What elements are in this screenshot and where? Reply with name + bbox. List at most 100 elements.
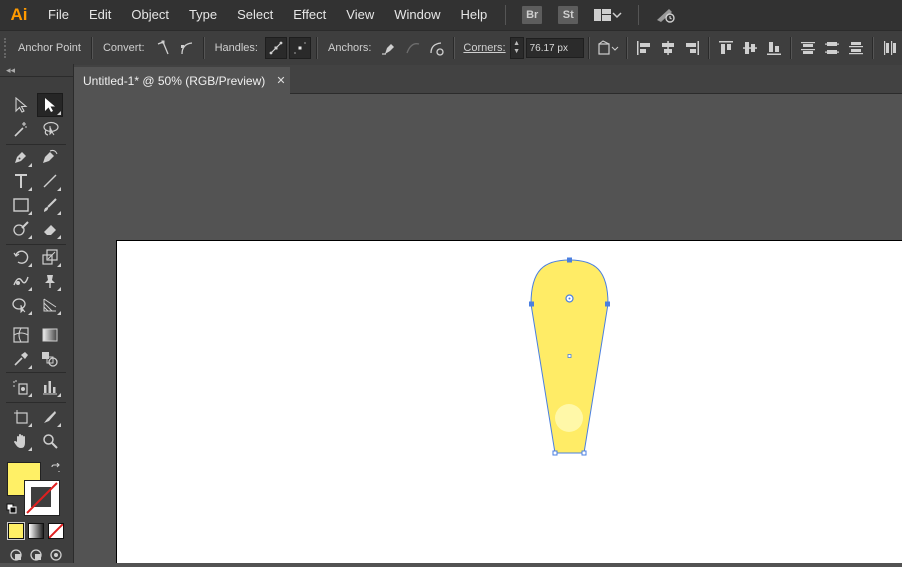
rocket-icon xyxy=(657,9,675,23)
stroke-color-swatch[interactable] xyxy=(24,480,60,516)
curvature-tool-button[interactable] xyxy=(38,146,62,168)
anchor-point-left[interactable] xyxy=(529,301,534,307)
gradient-tool-button[interactable] xyxy=(38,324,62,346)
align-vertical-center-button[interactable] xyxy=(739,37,761,59)
scale-tool-button[interactable] xyxy=(38,246,62,268)
menu-view[interactable]: View xyxy=(336,0,384,30)
blend-tool-button[interactable] xyxy=(38,348,62,370)
none-mode-button[interactable] xyxy=(48,523,64,539)
gradient-mode-button[interactable] xyxy=(28,523,44,539)
menu-edit[interactable]: Edit xyxy=(79,0,121,30)
lasso-tool-button[interactable] xyxy=(38,118,62,140)
shaper-tool-button[interactable] xyxy=(9,218,33,240)
align-horizontal-center-button[interactable] xyxy=(657,37,679,59)
zoom-tool-button[interactable] xyxy=(38,430,62,452)
tool-flyout-indicator xyxy=(28,365,32,369)
show-handles-button[interactable] xyxy=(264,37,287,59)
swap-fill-stroke-button[interactable] xyxy=(50,462,62,480)
selection-tool-button[interactable] xyxy=(9,94,33,116)
menu-separator xyxy=(505,5,507,25)
anchor-point-bottom-right[interactable] xyxy=(581,450,587,456)
corners-label[interactable]: Corners: xyxy=(463,42,505,54)
menu-object[interactable]: Object xyxy=(121,0,179,30)
swap-arrows-icon xyxy=(51,462,60,472)
distribute-vcenter-button[interactable] xyxy=(821,37,843,59)
chevron-down-icon[interactable]: ▼ xyxy=(513,48,520,56)
rectangle-tool-button[interactable] xyxy=(9,194,33,216)
convert-to-corner-button[interactable] xyxy=(152,37,174,59)
divider xyxy=(202,37,205,59)
align-bottom-button[interactable] xyxy=(763,37,785,59)
menu-help[interactable]: Help xyxy=(450,0,497,30)
align-right-icon xyxy=(685,41,699,55)
draw-normal-button[interactable] xyxy=(9,548,23,567)
color-mode-button[interactable] xyxy=(8,523,24,539)
menu-effect[interactable]: Effect xyxy=(283,0,336,30)
corners-stepper[interactable]: ▲ ▼ xyxy=(509,37,524,59)
default-fill-stroke-button[interactable] xyxy=(6,502,18,520)
rotate-tool-button[interactable] xyxy=(9,246,33,268)
bridge-button[interactable]: Br xyxy=(522,6,543,24)
chevron-down-icon xyxy=(612,12,622,19)
column-graph-tool-button[interactable] xyxy=(38,376,62,398)
artboard-tool-button[interactable] xyxy=(9,406,33,428)
corners-radius-input[interactable] xyxy=(525,38,584,58)
remove-anchor-button[interactable] xyxy=(378,37,400,59)
tool-flyout-indicator xyxy=(28,211,32,215)
divider xyxy=(90,37,93,59)
shape-builder-tool-button[interactable] xyxy=(9,294,33,316)
pen-tool-button[interactable] xyxy=(9,146,33,168)
connect-anchors-button[interactable] xyxy=(402,37,424,59)
close-icon[interactable]: ✕ xyxy=(272,74,290,87)
distribute-left-button[interactable] xyxy=(879,37,901,59)
draw-behind-button[interactable] xyxy=(29,548,43,567)
direct-selection-arrow-icon xyxy=(45,98,55,112)
tool-flyout-indicator xyxy=(28,163,32,167)
magic-wand-tool-button[interactable] xyxy=(9,118,33,140)
type-tool-button[interactable] xyxy=(9,170,33,192)
document-tab[interactable]: Untitled-1* @ 50% (RGB/Preview) ✕ xyxy=(74,67,290,94)
hide-handles-button[interactable] xyxy=(288,37,311,59)
align-top-button[interactable] xyxy=(715,37,737,59)
panel-grip[interactable] xyxy=(4,38,12,58)
align-bottom-icon xyxy=(766,42,781,55)
collapse-panel-button[interactable]: ◂◂ xyxy=(0,64,73,77)
tool-flyout-indicator xyxy=(28,187,32,191)
distribute-top-button[interactable] xyxy=(797,37,819,59)
anchor-point-right[interactable] xyxy=(605,301,610,307)
workspace-switcher-button[interactable] xyxy=(594,8,622,22)
convert-to-smooth-button[interactable] xyxy=(176,37,198,59)
eyedropper-tool-button[interactable] xyxy=(9,348,33,370)
align-left-button[interactable] xyxy=(633,37,655,59)
transform-options-button[interactable] xyxy=(595,37,621,59)
eraser-tool-button[interactable] xyxy=(38,218,62,240)
canvas-area[interactable] xyxy=(74,94,902,563)
symbol-sprayer-tool-button[interactable] xyxy=(9,376,33,398)
distribute-top-icon xyxy=(800,42,815,54)
menu-file[interactable]: File xyxy=(38,0,79,30)
cut-path-button[interactable] xyxy=(426,37,448,59)
direct-selection-tool-button[interactable] xyxy=(37,93,63,117)
anchor-point-top[interactable] xyxy=(567,257,572,263)
align-right-button[interactable] xyxy=(681,37,703,59)
connect-paths-icon xyxy=(406,43,420,54)
stock-button[interactable]: St xyxy=(558,6,579,24)
menu-select[interactable]: Select xyxy=(227,0,283,30)
gpu-performance-button[interactable] xyxy=(655,6,677,24)
slice-tool-button[interactable] xyxy=(38,406,62,428)
line-segment-tool-button[interactable] xyxy=(38,170,62,192)
draw-inside-button[interactable] xyxy=(49,548,63,567)
distribute-bottom-button[interactable] xyxy=(845,37,867,59)
mesh-tool-button[interactable] xyxy=(9,324,33,346)
perspective-grid-tool-button[interactable] xyxy=(38,294,62,316)
hand-tool-button[interactable] xyxy=(9,430,33,452)
warp-tool-button[interactable] xyxy=(9,270,33,292)
selection-arrow-icon xyxy=(15,97,28,113)
anchor-point-bottom-left[interactable] xyxy=(552,450,558,456)
menu-window[interactable]: Window xyxy=(384,0,450,30)
default-colors-icon xyxy=(6,503,17,514)
chevron-up-icon[interactable]: ▲ xyxy=(513,40,520,48)
puppet-warp-tool-button[interactable] xyxy=(38,270,62,292)
paintbrush-tool-button[interactable] xyxy=(38,194,62,216)
menu-type[interactable]: Type xyxy=(179,0,227,30)
